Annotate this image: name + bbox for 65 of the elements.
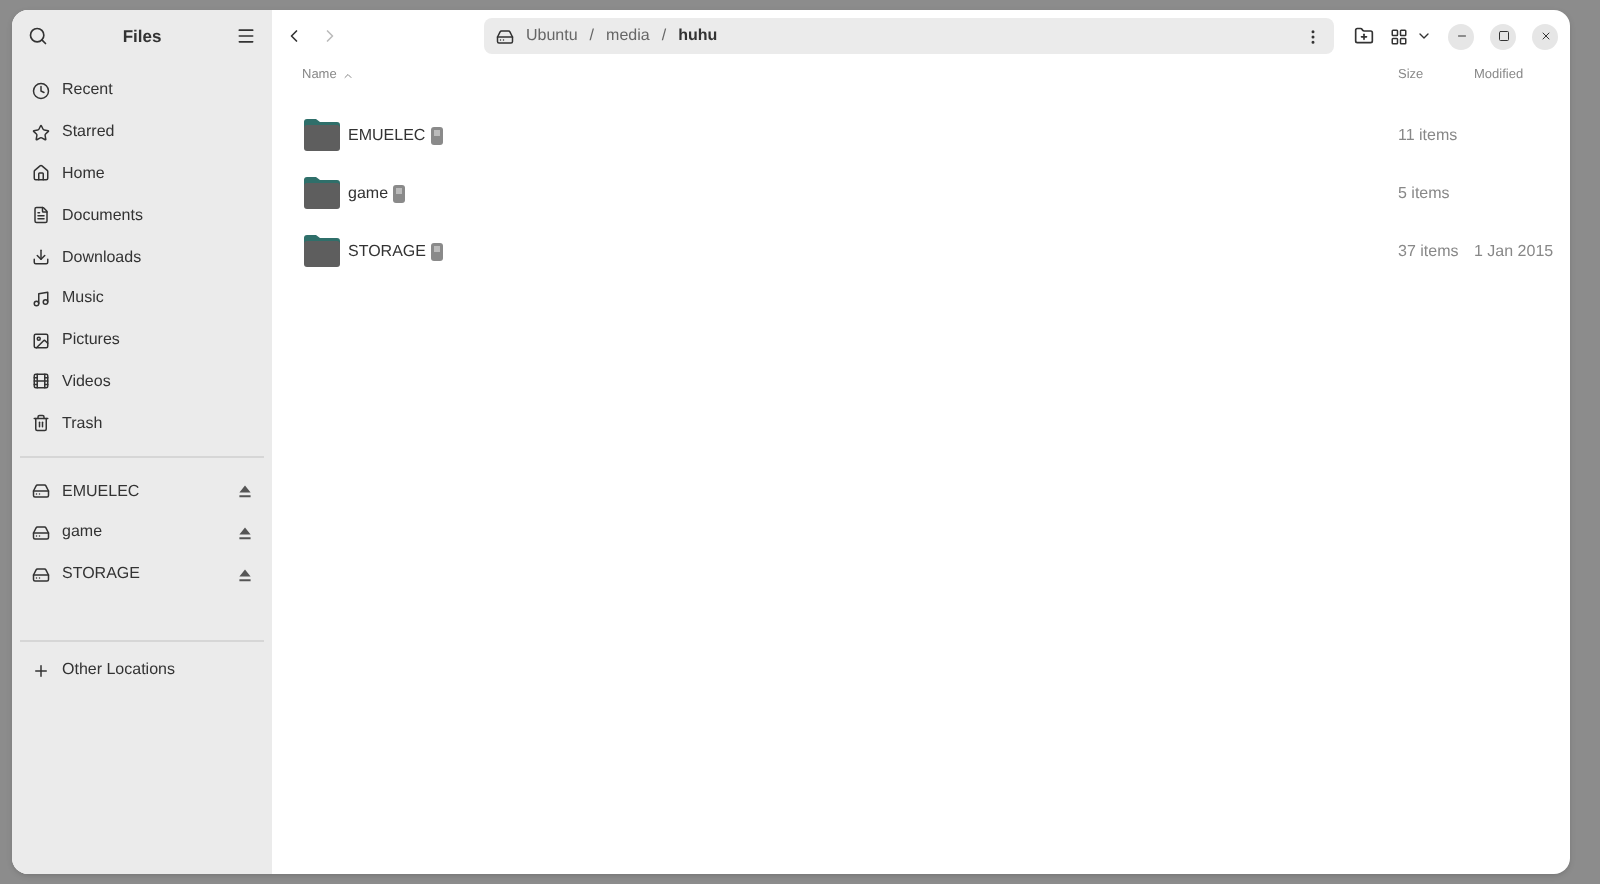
path-segment[interactable]: media bbox=[606, 24, 650, 48]
maximize-icon bbox=[1497, 30, 1509, 42]
close-icon bbox=[1539, 30, 1551, 42]
maximize-button[interactable] bbox=[1490, 23, 1516, 49]
image-icon bbox=[32, 331, 50, 350]
file-row[interactable]: game 5 items bbox=[272, 164, 1570, 222]
size-cell-text: 5 items bbox=[1398, 181, 1452, 205]
grid-view-icon[interactable] bbox=[1390, 27, 1408, 45]
sidebar-item[interactable]: Recent bbox=[20, 70, 264, 112]
app-title: Files bbox=[122, 23, 162, 49]
search-icon bbox=[28, 26, 48, 46]
sidebar-item[interactable]: Videos bbox=[20, 361, 264, 403]
file-row[interactable]: EMUELEC 11 items bbox=[272, 106, 1570, 164]
eject-icon[interactable] bbox=[238, 525, 252, 540]
file-name: EMUELEC bbox=[348, 123, 426, 147]
home-icon bbox=[32, 164, 50, 183]
sidebar-item[interactable]: Other Locations bbox=[20, 650, 264, 690]
menu-button[interactable] bbox=[236, 26, 256, 46]
sidebar-item[interactable]: Home bbox=[20, 153, 264, 195]
minimize-button[interactable] bbox=[1448, 23, 1474, 49]
sidebar-item[interactable]: Trash bbox=[20, 402, 264, 445]
sidebar-item[interactable]: Pictures bbox=[20, 319, 264, 362]
sidebar-item[interactable]: EMUELEC bbox=[20, 470, 264, 512]
eject-icon[interactable] bbox=[238, 567, 252, 582]
size-cell-text: 11 items bbox=[1398, 123, 1460, 147]
sidebar-item[interactable]: Starred bbox=[20, 111, 264, 154]
minimize-icon bbox=[1455, 30, 1467, 42]
sidebar-item[interactable]: Music bbox=[20, 277, 264, 320]
sort-icon bbox=[342, 70, 355, 82]
document-icon bbox=[32, 206, 50, 225]
file-row[interactable]: STORAGE 37 items 1 Jan 2015 bbox=[272, 222, 1570, 280]
new-folder-icon[interactable] bbox=[1354, 26, 1374, 46]
sidebar-item[interactable]: STORAGE bbox=[20, 553, 264, 596]
eject-icon[interactable] bbox=[238, 484, 252, 499]
folder-icon bbox=[302, 118, 342, 152]
drive-icon bbox=[429, 241, 444, 261]
download-icon bbox=[32, 248, 50, 267]
drive-icon bbox=[392, 183, 407, 203]
folder-icon bbox=[302, 234, 342, 268]
path-segment[interactable]: Ubuntu bbox=[526, 24, 578, 48]
clock-icon bbox=[32, 81, 50, 100]
drive-icon bbox=[32, 482, 50, 501]
plus-icon bbox=[32, 661, 50, 679]
menu-icon bbox=[236, 26, 256, 46]
file-name: game bbox=[348, 181, 389, 205]
music-note-icon bbox=[32, 289, 50, 308]
size-cell-text: 37 items bbox=[1398, 239, 1461, 263]
path-segment[interactable]: huhu bbox=[678, 24, 718, 48]
folder-icon bbox=[302, 176, 342, 210]
trash-icon bbox=[32, 414, 50, 433]
film-icon bbox=[32, 372, 50, 391]
modified-cell: 1 Jan 2015 bbox=[1474, 239, 1554, 263]
drive-icon bbox=[429, 125, 444, 145]
caret-icon[interactable] bbox=[1416, 28, 1432, 44]
file-name: STORAGE bbox=[348, 239, 426, 263]
sidebar-item[interactable]: game bbox=[20, 511, 264, 554]
search-button[interactable] bbox=[28, 26, 48, 46]
path-separator: / bbox=[661, 24, 667, 48]
drive-icon bbox=[32, 523, 50, 542]
star-icon bbox=[32, 123, 50, 142]
drive-icon bbox=[32, 565, 50, 584]
sidebar-item[interactable]: Documents bbox=[20, 194, 264, 237]
path-separator: / bbox=[589, 24, 595, 48]
sidebar-item[interactable]: Downloads bbox=[20, 236, 264, 278]
drive-icon bbox=[496, 27, 514, 45]
